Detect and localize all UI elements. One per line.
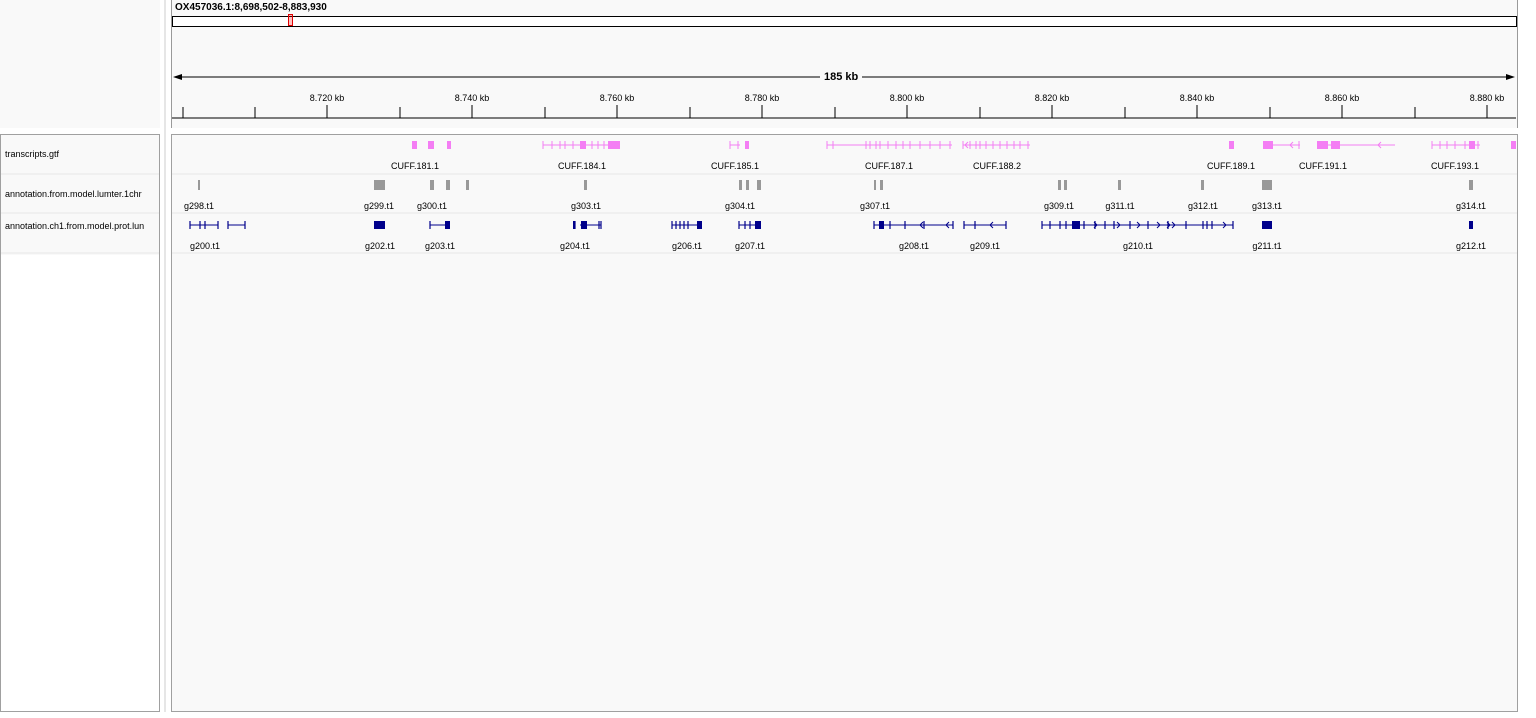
feature-label[interactable]: g309.t1 xyxy=(1044,201,1074,211)
ruler-tick-label: 8.780 kb xyxy=(744,93,780,103)
feature-label[interactable]: g312.t1 xyxy=(1188,201,1218,211)
locus-label: OX457036.1:8,698,502-8,883,930 xyxy=(175,2,327,13)
feature-label[interactable]: g209.t1 xyxy=(970,241,1000,251)
feature-label[interactable]: CUFF.189.1 xyxy=(1207,161,1255,171)
feature-label[interactable]: g298.t1 xyxy=(184,201,214,211)
header-name-panel xyxy=(0,0,160,128)
feature-label[interactable]: g300.t1 xyxy=(417,201,447,211)
feature-label[interactable]: g212.t1 xyxy=(1456,241,1486,251)
feature-label[interactable]: CUFF.191.1 xyxy=(1299,161,1347,171)
feature-label[interactable]: CUFF.188.2 xyxy=(973,161,1021,171)
feature-label[interactable]: g313.t1 xyxy=(1252,201,1282,211)
feature-label[interactable]: g203.t1 xyxy=(425,241,455,251)
feature-label[interactable]: g299.t1 xyxy=(364,201,394,211)
panel-splitter[interactable] xyxy=(164,0,166,712)
ruler-tick-label: 8.880 kb xyxy=(1469,93,1505,103)
feature-label[interactable]: CUFF.181.1 xyxy=(391,161,439,171)
span-label: 185 kb xyxy=(820,71,863,83)
tracks-data-panel[interactable] xyxy=(171,134,1518,712)
feature-label[interactable]: g208.t1 xyxy=(899,241,929,251)
feature-label[interactable]: g304.t1 xyxy=(725,201,755,211)
ruler-tick-label: 8.840 kb xyxy=(1179,93,1215,103)
ruler-tick-label: 8.800 kb xyxy=(889,93,925,103)
feature-label[interactable]: CUFF.187.1 xyxy=(865,161,913,171)
track-name-transcripts[interactable]: transcripts.gtf xyxy=(5,149,171,159)
feature-label[interactable]: g307.t1 xyxy=(860,201,890,211)
feature-label[interactable]: CUFF.184.1 xyxy=(558,161,606,171)
chromosome-ideogram[interactable] xyxy=(172,16,1517,27)
feature-label[interactable]: g206.t1 xyxy=(672,241,702,251)
ruler-tick-label: 8.860 kb xyxy=(1324,93,1360,103)
feature-label[interactable]: g314.t1 xyxy=(1456,201,1486,211)
track-name-prot-annotation[interactable]: annotation.ch1.from.model.prot.lun xyxy=(5,221,171,231)
feature-label[interactable]: g202.t1 xyxy=(365,241,395,251)
ruler-tick-label: 8.720 kb xyxy=(309,93,345,103)
ruler-tick-label: 8.740 kb xyxy=(454,93,490,103)
feature-label[interactable]: g303.t1 xyxy=(571,201,601,211)
feature-label[interactable]: g207.t1 xyxy=(735,241,765,251)
feature-label[interactable]: g211.t1 xyxy=(1252,241,1281,251)
ruler-tick-label: 8.760 kb xyxy=(599,93,635,103)
feature-label[interactable]: CUFF.193.1 xyxy=(1431,161,1479,171)
ruler-tick-label: 8.820 kb xyxy=(1034,93,1070,103)
feature-label[interactable]: g204.t1 xyxy=(560,241,590,251)
feature-label[interactable]: CUFF.185.1 xyxy=(711,161,759,171)
track-name-lumter-annotation[interactable]: annotation.from.model.lumter.1chr xyxy=(5,189,171,199)
ideogram-current-region[interactable] xyxy=(288,14,293,26)
feature-label[interactable]: g200.t1 xyxy=(190,241,220,251)
feature-label[interactable]: g210.t1 xyxy=(1123,241,1153,251)
feature-label[interactable]: g311.t1 xyxy=(1105,201,1134,211)
